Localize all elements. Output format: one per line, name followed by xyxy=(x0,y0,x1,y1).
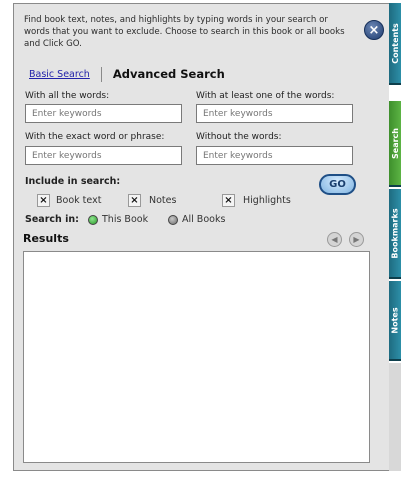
tab-contents[interactable]: Contents xyxy=(389,3,401,85)
next-result-button[interactable]: ▶ xyxy=(349,232,364,247)
results-heading: Results xyxy=(23,232,69,245)
include-in-search-label: Include in search: xyxy=(25,176,121,187)
highlights-label: Highlights xyxy=(243,195,291,206)
this-book-radio[interactable] xyxy=(88,215,98,225)
exact-phrase-label: With the exact word or phrase: xyxy=(25,132,165,142)
side-tab-bar: Contents Search Bookmarks Notes xyxy=(389,3,401,471)
results-list[interactable] xyxy=(23,251,370,463)
search-in-label: Search in: xyxy=(25,214,79,225)
mode-divider xyxy=(100,66,102,82)
one-of-words-label: With at least one of the words: xyxy=(196,91,335,101)
search-mode-switch: Basic Search Advanced Search xyxy=(29,66,225,82)
notes-label: Notes xyxy=(149,195,177,206)
all-books-label: All Books xyxy=(182,214,226,225)
book-text-checkbox[interactable]: × xyxy=(37,194,50,207)
close-button[interactable]: × xyxy=(364,20,384,40)
tab-bar-filler xyxy=(389,363,401,471)
tab-search[interactable]: Search xyxy=(389,101,401,187)
basic-search-link[interactable]: Basic Search xyxy=(29,69,90,80)
exact-phrase-input[interactable] xyxy=(25,146,182,165)
go-button[interactable]: GO xyxy=(319,174,356,195)
this-book-label: This Book xyxy=(102,214,149,225)
chevron-left-icon: ◀ xyxy=(331,235,338,244)
tab-bookmarks[interactable]: Bookmarks xyxy=(389,189,401,279)
notes-checkbox[interactable]: × xyxy=(128,194,141,207)
chevron-right-icon: ▶ xyxy=(353,235,360,244)
advanced-search-title: Advanced Search xyxy=(112,67,225,81)
all-words-label: With all the words: xyxy=(25,91,110,101)
all-words-input[interactable] xyxy=(25,104,182,123)
without-words-label: Without the words: xyxy=(196,132,282,142)
tab-notes[interactable]: Notes xyxy=(389,281,401,361)
without-words-input[interactable] xyxy=(196,146,353,165)
previous-result-button[interactable]: ◀ xyxy=(327,232,342,247)
close-icon: × xyxy=(368,22,380,38)
search-instructions: Find book text, notes, and highlights by… xyxy=(24,15,345,49)
one-of-words-input[interactable] xyxy=(196,104,353,123)
book-text-label: Book text xyxy=(56,195,102,206)
highlights-checkbox[interactable]: × xyxy=(222,194,235,207)
all-books-radio[interactable] xyxy=(168,215,178,225)
